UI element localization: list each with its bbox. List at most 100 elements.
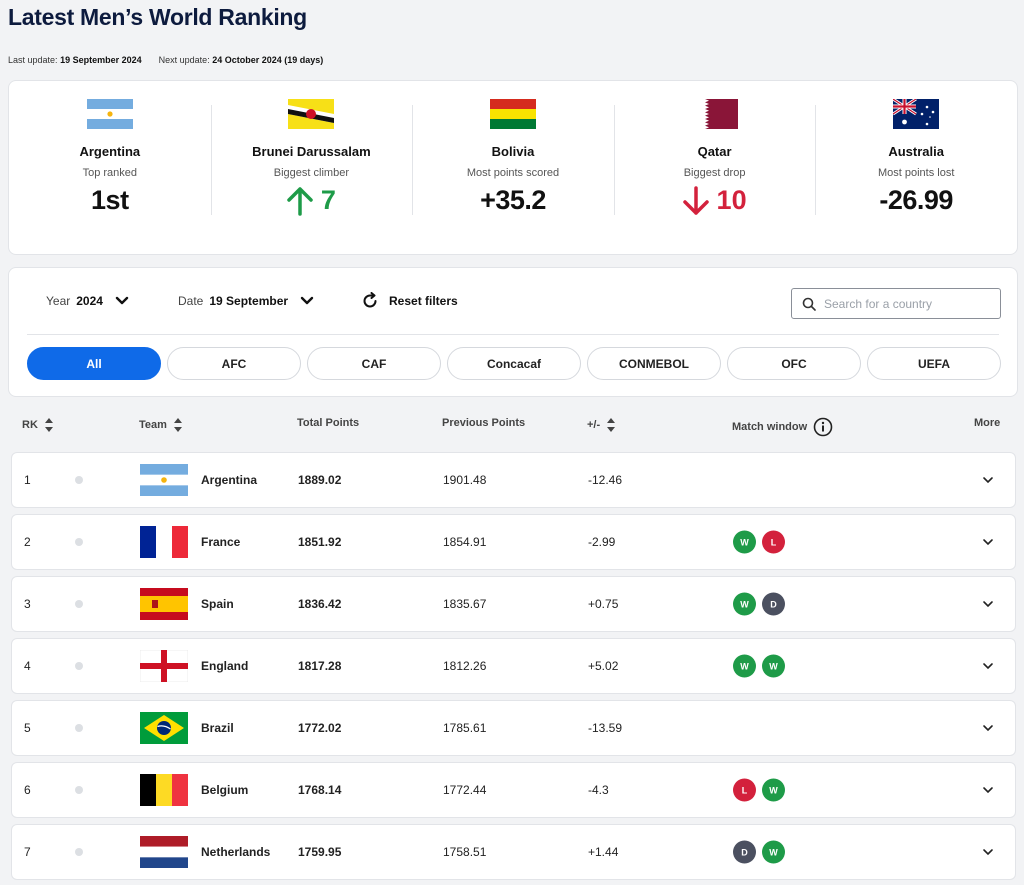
highlight-country: Bolivia: [491, 144, 535, 159]
result-badge: D: [762, 592, 785, 616]
highlight-value: 1st: [91, 185, 129, 215]
team-name[interactable]: Argentina: [201, 473, 257, 487]
previous-points-cell: 1835.67: [443, 597, 487, 611]
diff-column-header[interactable]: +/-: [587, 417, 616, 433]
team-name[interactable]: Brazil: [201, 721, 234, 735]
team-name[interactable]: Spain: [201, 597, 234, 611]
chevron-down-icon[interactable]: [982, 476, 994, 484]
confederation-tab-caf[interactable]: CAF: [307, 347, 441, 380]
search-box[interactable]: [791, 288, 1001, 319]
highlight-biggest-drop[interactable]: Qatar Biggest drop 10: [613, 81, 816, 254]
filters-divider: [27, 334, 999, 335]
chevron-down-icon[interactable]: [982, 538, 994, 546]
filters-panel: Year 2024 Date 19 September Reset filter…: [8, 267, 1018, 397]
highlight-country: Brunei Darussalam: [252, 144, 371, 159]
last-update-label: Last update:: [8, 55, 58, 65]
table-row[interactable]: 7 Netherlands 1759.95 1758.51 +1.44 D W: [11, 824, 1016, 880]
highlight-most-points-lost[interactable]: Australia Most points lost -26.99: [815, 81, 1017, 254]
highlight-most-points-scored[interactable]: Bolivia Most points scored +35.2: [412, 81, 614, 254]
chevron-down-icon: [300, 296, 314, 305]
ranking-table: 1 Argentina 1889.02 1901.48 -12.46 2 Fra…: [11, 452, 1016, 885]
chevron-down-icon[interactable]: [982, 786, 994, 794]
status-dot: [75, 476, 83, 484]
confederation-tab-concacaf[interactable]: Concacaf: [447, 347, 581, 380]
match-window: W D: [733, 592, 785, 616]
team-name[interactable]: France: [201, 535, 240, 549]
diff-cell: +5.02: [588, 659, 619, 673]
more-header-label: More: [974, 417, 1001, 429]
total-points-cell: 1889.02: [298, 473, 342, 487]
highlight-caption: Biggest drop: [683, 167, 746, 179]
page-title: Latest Men’s World Ranking: [8, 4, 307, 30]
rank-cell: 1: [24, 473, 31, 487]
confederation-tabs: All AFC CAF Concacaf CONMEBOL OFC UEFA: [27, 347, 1001, 380]
search-input[interactable]: [824, 296, 989, 311]
argentina-flag-icon: [140, 464, 188, 496]
previous-points-cell: 1785.61: [443, 721, 487, 735]
highlight-caption: Biggest climber: [273, 167, 349, 179]
highlight-country: Qatar: [697, 144, 732, 159]
table-row[interactable]: 6 Belgium 1768.14 1772.44 -4.3 L W: [11, 762, 1016, 818]
chevron-down-icon[interactable]: [982, 662, 994, 670]
confederation-tab-all[interactable]: All: [27, 347, 161, 380]
result-badge: D: [733, 840, 756, 864]
confederation-tab-ofc[interactable]: OFC: [727, 347, 861, 380]
diff-cell: -2.99: [588, 535, 616, 549]
table-row[interactable]: 4 England 1817.28 1812.26 +5.02 W W: [11, 638, 1016, 694]
highlight-caption: Most points scored: [466, 167, 560, 179]
previous-points-cell: 1812.26: [443, 659, 487, 673]
result-badge: W: [762, 778, 785, 802]
match-window-column-header: Match window: [732, 417, 833, 437]
highlight-biggest-climber[interactable]: Brunei Darussalam Biggest climber 7: [210, 81, 413, 254]
confederation-tab-afc[interactable]: AFC: [167, 347, 301, 380]
highlight-top-ranked[interactable]: Argentina Top ranked 1st: [9, 81, 211, 254]
reset-filters-button[interactable]: Reset filters: [361, 292, 458, 310]
result-badge: L: [733, 778, 756, 802]
team-name[interactable]: Netherlands: [201, 845, 270, 859]
confederation-tab-conmebol[interactable]: CONMEBOL: [587, 347, 721, 380]
team-name[interactable]: Belgium: [201, 783, 248, 797]
total-points-cell: 1817.28: [298, 659, 342, 673]
arrow-up-icon: [287, 186, 313, 216]
rank-cell: 7: [24, 845, 31, 859]
highlight-caption: Top ranked: [82, 167, 138, 179]
highlight-move: 7: [211, 185, 413, 216]
next-update-label: Next update:: [158, 55, 210, 65]
chevron-down-icon[interactable]: [982, 724, 994, 732]
chevron-down-icon[interactable]: [982, 848, 994, 856]
table-header: RK Team Total Points Previous Points +/-…: [0, 414, 1024, 444]
match-window: W L: [733, 530, 785, 554]
highlight-country: Australia: [888, 144, 944, 159]
year-dropdown[interactable]: Year 2024: [46, 294, 129, 308]
table-row[interactable]: 2 France 1851.92 1854.91 -2.99 W L: [11, 514, 1016, 570]
rank-cell: 4: [24, 659, 31, 673]
table-row[interactable]: 5 Brazil 1772.02 1785.61 -13.59: [11, 700, 1016, 756]
previous-points-column-header: Previous Points: [442, 417, 525, 429]
status-dot: [75, 662, 83, 670]
match-window: L W: [733, 778, 785, 802]
total-points-column-header: Total Points: [297, 417, 359, 429]
status-dot: [75, 848, 83, 856]
diff-header-label: +/-: [587, 419, 601, 431]
table-row[interactable]: 1 Argentina 1889.02 1901.48 -12.46: [11, 452, 1016, 508]
team-column-header[interactable]: Team: [139, 417, 183, 433]
highlight-country: Argentina: [79, 144, 141, 159]
info-icon[interactable]: [813, 417, 833, 437]
highlight-value: 10: [716, 185, 747, 215]
highlight-value: -26.99: [879, 185, 953, 215]
table-row[interactable]: 3 Spain 1836.42 1835.67 +0.75 W D: [11, 576, 1016, 632]
qatar-flag-icon: [691, 99, 738, 129]
rank-column-header[interactable]: RK: [22, 417, 54, 433]
team-name[interactable]: England: [201, 659, 248, 673]
result-badge: W: [733, 530, 756, 554]
year-label: Year: [46, 294, 71, 308]
chevron-down-icon[interactable]: [982, 600, 994, 608]
date-dropdown[interactable]: Date 19 September: [178, 294, 314, 308]
confederation-tab-uefa[interactable]: UEFA: [867, 347, 1001, 380]
total-points-cell: 1772.02: [298, 721, 342, 735]
previous-points-cell: 1772.44: [443, 783, 487, 797]
total-header-label: Total Points: [297, 417, 360, 429]
result-badge: L: [762, 530, 785, 554]
bolivia-flag-icon: [489, 99, 536, 129]
match-window: D W: [733, 840, 785, 864]
